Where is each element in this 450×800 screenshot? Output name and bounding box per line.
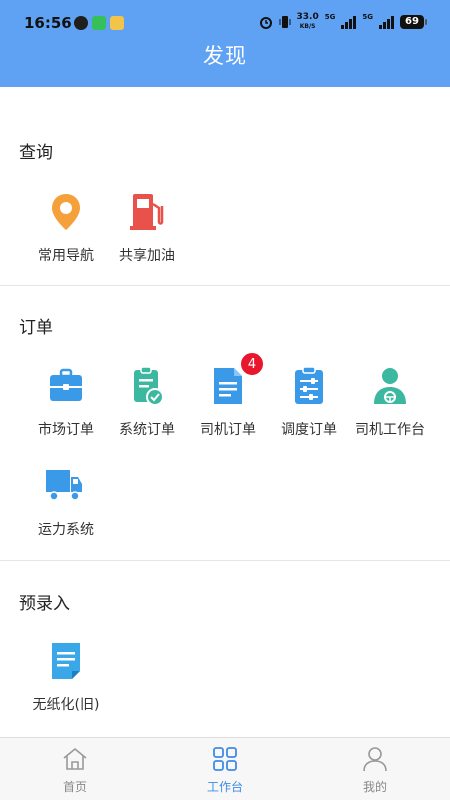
document-icon [214,368,242,404]
grid-item-dispatch-orders[interactable]: 调度订单 [269,366,349,456]
location-pin-icon [52,194,80,230]
status-right: 33.0 KB/S 5G 5G 69 [259,12,427,31]
grid-item-paperless[interactable]: 无纸化(旧) [26,641,106,731]
truck-icon [46,470,82,501]
wechat-icon [74,16,88,30]
tab-label: 工作台 [206,780,243,794]
grid-item-label: 共享加油 [119,248,175,264]
home-icon [63,747,87,770]
grid-item-label: 运力系统 [38,522,94,538]
signal-icon [341,15,357,29]
section-divider [0,285,450,286]
section-title-pre-entry: 预录入 [19,594,70,614]
grid-item-driver-workbench[interactable]: 司机工作台 [350,366,430,456]
grid-item-driver-orders[interactable]: 4 司机订单 [188,352,268,456]
battery-icon: 69 [400,15,427,29]
tab-label: 首页 [62,780,87,794]
briefcase-icon [50,368,82,401]
network-type-1: 5G [324,13,336,21]
grid-item-capacity-system[interactable]: 运力系统 [26,466,106,556]
status-time: 16:56 [24,14,72,32]
tab-label: 我的 [362,780,387,794]
grid-item-label: 无纸化(旧) [32,697,100,713]
grid-item-navigation[interactable]: 常用导航 [26,192,106,282]
grid-item-system-orders[interactable]: 系统订单 [107,366,187,456]
note-icon [52,643,80,679]
fuel-pump-icon [130,194,164,230]
mail-icon [110,16,124,30]
section-divider [0,560,450,561]
tab-profile[interactable]: 我的 [300,738,450,800]
bottom-tab-bar: 首页 工作台 我的 [0,737,450,800]
user-icon [363,747,387,772]
message-icon [92,16,106,30]
header-bar: 16:56 33.0 KB/S 5G 5G 69 发现 [0,0,450,87]
network-speed: 33.0 KB/S [296,12,319,31]
status-bar: 16:56 33.0 KB/S 5G 5G 69 [0,0,450,40]
driver-icon [374,368,406,404]
signal-icon [379,15,394,29]
section-title-orders: 订单 [19,318,53,338]
vibrate-icon [279,16,291,28]
grid-item-market-orders[interactable]: 市场订单 [26,366,106,456]
clipboard-sliders-icon [295,366,323,404]
page-title: 发现 [203,44,247,68]
tab-home[interactable]: 首页 [0,738,150,800]
network-type-2: 5G [362,13,373,21]
clipboard-check-icon [134,366,164,406]
section-title-query: 查询 [19,143,53,163]
grid-item-fuel[interactable]: 共享加油 [107,192,187,282]
notification-icons [74,16,124,30]
unread-badge: 4 [240,352,264,376]
alarm-icon [259,17,272,29]
tab-workbench[interactable]: 工作台 [150,738,300,800]
grid-item-label: 司机工作台 [355,422,425,438]
grid-icon [213,747,237,771]
